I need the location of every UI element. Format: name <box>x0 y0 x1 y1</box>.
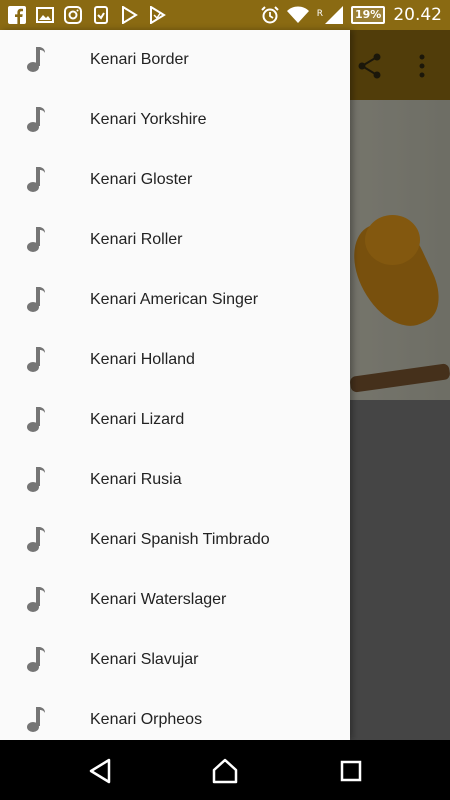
play-store-icon <box>122 6 138 24</box>
drawer-item-label: Kenari Gloster <box>90 171 193 188</box>
drawer-item-rusia[interactable]: Kenari Rusia <box>0 450 350 510</box>
instagram-icon <box>64 6 82 24</box>
music-note-icon <box>27 527 45 552</box>
drawer-item-american-singer[interactable]: Kenari American Singer <box>0 270 350 330</box>
roaming-indicator: R <box>316 9 323 19</box>
drawer-item-gloster[interactable]: Kenari Gloster <box>0 150 350 210</box>
drawer-item-label: Kenari Roller <box>90 231 183 248</box>
drawer-item-waterslager[interactable]: Kenari Waterslager <box>0 570 350 630</box>
alarm-icon <box>261 6 279 24</box>
drawer-item-border[interactable]: Kenari Border <box>0 30 350 90</box>
clock: 20.42 <box>393 5 442 25</box>
drawer-item-slavujar[interactable]: Kenari Slavujar <box>0 630 350 690</box>
music-note-icon <box>27 167 45 192</box>
music-note-icon <box>27 587 45 612</box>
drawer-item-orpheos[interactable]: Kenari Orpheos <box>0 690 350 740</box>
drawer-item-label: Kenari Spanish Timbrado <box>90 531 270 548</box>
drawer-item-label: Kenari American Singer <box>90 291 259 308</box>
recents-icon[interactable] <box>336 756 366 786</box>
image-icon <box>36 7 54 23</box>
home-icon[interactable] <box>210 756 240 786</box>
back-icon[interactable] <box>85 756 115 786</box>
music-note-icon <box>27 647 45 672</box>
music-note-icon <box>27 227 45 252</box>
status-bar: R 19% 20.42 <box>0 0 450 30</box>
navigation-drawer: Kenari Border Kenari Yorkshire Kenari Gl… <box>0 30 350 740</box>
music-note-icon <box>27 287 45 312</box>
music-note-icon <box>27 467 45 492</box>
drawer-item-roller[interactable]: Kenari Roller <box>0 210 350 270</box>
drawer-item-lizard[interactable]: Kenari Lizard <box>0 390 350 450</box>
drawer-item-label: Kenari Border <box>90 51 189 68</box>
music-note-icon <box>27 707 45 732</box>
drawer-item-label: Kenari Yorkshire <box>90 111 207 128</box>
system-nav-bar <box>0 740 450 800</box>
download-icon <box>94 6 108 24</box>
facebook-icon <box>8 6 26 24</box>
signal-icon <box>324 6 343 24</box>
drawer-item-label: Kenari Waterslager <box>90 591 227 608</box>
music-note-icon <box>27 107 45 132</box>
notification-icons <box>8 6 166 24</box>
drawer-item-label: Kenari Slavujar <box>90 651 199 668</box>
drawer-item-label: Kenari Lizard <box>90 411 185 428</box>
system-status: R 19% 20.42 <box>261 5 442 25</box>
drawer-item-label: Kenari Orpheos <box>90 711 203 728</box>
music-note-icon <box>27 47 45 72</box>
drawer-item-label: Kenari Holland <box>90 351 195 368</box>
drawer-item-spanish-timbrado[interactable]: Kenari Spanish Timbrado <box>0 510 350 570</box>
drawer-item-yorkshire[interactable]: Kenari Yorkshire <box>0 90 350 150</box>
drawer-item-label: Kenari Rusia <box>90 471 182 488</box>
play-store-icon <box>150 6 166 24</box>
battery-icon: 19% <box>350 6 386 24</box>
wifi-icon <box>286 6 309 23</box>
drawer-item-holland[interactable]: Kenari Holland <box>0 330 350 390</box>
music-note-icon <box>27 347 45 372</box>
music-note-icon <box>27 407 45 432</box>
